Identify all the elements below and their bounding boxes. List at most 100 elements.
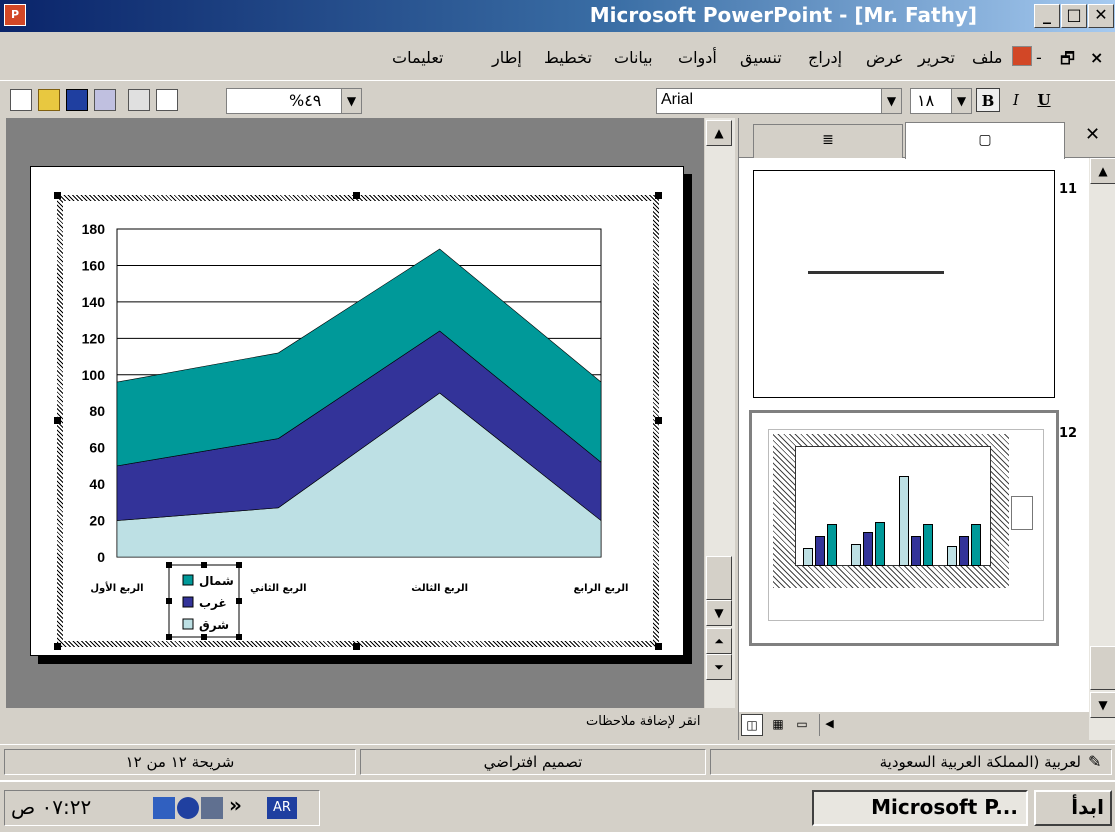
chevron-down-icon[interactable]: ▼ (881, 89, 901, 113)
menu-edit[interactable]: تحرير (918, 48, 955, 67)
slide-editor[interactable]: 0 20 40 60 80 100 120 140 160 180 الربع الأول الرب… (6, 118, 704, 708)
new-file-icon[interactable] (10, 89, 32, 111)
doc-restore-icon[interactable]: 🗗 (1060, 48, 1075, 75)
selection-handle[interactable] (54, 192, 61, 199)
menu-bar: × 🗗 - ملف تحرير عرض إدراج تنسيق أدوات بي… (0, 38, 1115, 78)
y-tick-label: 0 (97, 549, 105, 565)
legend-handle[interactable] (236, 598, 242, 604)
tray-icon[interactable] (201, 797, 223, 819)
spellcheck-icon[interactable]: ✎ (1088, 752, 1101, 771)
zoom-combo[interactable]: %٤٩ ▼ (226, 88, 362, 114)
slides-pane: ≣ ▢ ✕ 11 12 ▲ ▼ ◫ ▦ ▭ ◀ (738, 118, 1115, 740)
bold-button[interactable]: B (976, 88, 1000, 112)
notes-pane[interactable]: انقر لإضافة ملاحظات (0, 710, 735, 740)
language-indicator[interactable]: AR (267, 797, 297, 819)
doc-icon[interactable] (1012, 46, 1032, 66)
maximize-button[interactable]: □ (1061, 4, 1087, 28)
scroll-down-icon[interactable]: ▼ (706, 600, 732, 626)
legend-handle[interactable] (201, 562, 207, 568)
selection-handle[interactable] (54, 643, 61, 650)
scroll-thumb[interactable] (706, 556, 732, 600)
status-slide-count: شريحة ١٢ من ١٢ (4, 749, 356, 775)
menu-insert[interactable]: إدراج (808, 48, 842, 67)
system-tray: ٠٧:٢٢ ص » AR (4, 790, 320, 826)
pane-scrollbar[interactable]: ▲ ▼ (1089, 158, 1115, 740)
font-size-value: ١٨ (917, 91, 935, 110)
save-icon[interactable] (66, 89, 88, 111)
legend-handle[interactable] (236, 562, 242, 568)
menu-frame[interactable]: إطار (492, 48, 522, 67)
legend-handle[interactable] (166, 598, 172, 604)
normal-view-icon[interactable]: ◫ (741, 714, 763, 736)
sorter-view-icon[interactable]: ▦ (767, 714, 789, 736)
menu-help[interactable]: تعليمات (392, 48, 443, 67)
x-tick-label: الربع الأول (90, 581, 143, 594)
thumbnail-bar (863, 532, 873, 566)
selection-handle[interactable] (655, 417, 662, 424)
selection-handle[interactable] (353, 192, 360, 199)
y-tick-label: 120 (82, 330, 106, 346)
minimize-button[interactable]: _ (1034, 4, 1060, 28)
network-icon[interactable] (153, 797, 175, 819)
tray-expand-icon[interactable]: » (229, 793, 242, 817)
menu-view[interactable]: عرض (866, 48, 904, 67)
slide-canvas[interactable]: 0 20 40 60 80 100 120 140 160 180 الربع الأول الرب… (30, 166, 684, 656)
prev-slide-icon[interactable]: ⏶ (706, 628, 732, 654)
scroll-up-icon[interactable]: ▲ (1090, 158, 1115, 184)
doc-minimize-icon[interactable]: - (1036, 48, 1042, 67)
menu-file[interactable]: ملف (972, 48, 1002, 67)
antivirus-icon[interactable] (177, 797, 199, 819)
open-folder-icon[interactable] (38, 89, 60, 111)
next-slide-icon[interactable]: ⏷ (706, 654, 732, 680)
doc-close-icon[interactable]: × (1090, 48, 1103, 67)
scroll-thumb[interactable] (1090, 646, 1115, 690)
italic-button[interactable]: I (1004, 88, 1028, 112)
chart-area[interactable]: 0 20 40 60 80 100 120 140 160 180 الربع الأول الرب… (63, 201, 653, 641)
scroll-down-icon[interactable]: ▼ (1090, 692, 1115, 718)
editor-scrollbar[interactable]: ▲ ▼ ⏶ ⏷ (705, 118, 735, 708)
tab-outline[interactable]: ≣ (753, 124, 903, 158)
x-tick-label: الربع الثاني (250, 583, 306, 594)
y-tick-label: 160 (82, 257, 106, 273)
menu-tools[interactable]: أدوات (678, 48, 717, 67)
font-size-combo[interactable]: ١٨ ▼ (910, 88, 972, 114)
y-tick-label: 180 (82, 221, 106, 237)
close-button[interactable]: ✕ (1088, 4, 1114, 28)
chart-frame[interactable]: 0 20 40 60 80 100 120 140 160 180 الربع الأول الرب… (54, 192, 662, 650)
start-button[interactable]: ابدأ (1034, 790, 1112, 826)
menu-layout[interactable]: تخطيط (544, 48, 592, 67)
legend-swatch (182, 596, 194, 608)
print-icon[interactable] (128, 89, 150, 111)
selection-handle[interactable] (655, 192, 662, 199)
area-chart: 0 20 40 60 80 100 120 140 160 180 الربع الأول الرب… (82, 221, 628, 640)
underline-button[interactable]: U (1032, 88, 1056, 112)
powerpoint-app-icon[interactable]: P (4, 4, 26, 26)
scroll-left-icon[interactable]: ◀ (819, 714, 839, 736)
close-pane-icon[interactable]: ✕ (1085, 124, 1100, 145)
selection-handle[interactable] (655, 643, 662, 650)
legend-handle[interactable] (201, 634, 207, 640)
slide-thumbnail-11[interactable] (753, 170, 1055, 398)
slide-thumbnail-12[interactable] (749, 410, 1059, 646)
slideshow-icon[interactable]: ▭ (791, 714, 813, 736)
permission-icon[interactable] (94, 89, 116, 111)
font-combo[interactable]: Arial ▼ (656, 88, 902, 114)
legend-handle[interactable] (166, 562, 172, 568)
legend-handle[interactable] (166, 634, 172, 640)
menu-data[interactable]: بيانات (614, 48, 653, 67)
selection-handle[interactable] (353, 643, 360, 650)
selection-handle[interactable] (54, 417, 61, 424)
menu-format[interactable]: تنسيق (740, 48, 782, 67)
legend-handle[interactable] (236, 634, 242, 640)
thumbnail-bar (851, 544, 861, 566)
title-bar: P Microsoft PowerPoint - [Mr. Fathy] _ □… (0, 0, 1115, 32)
chevron-down-icon[interactable]: ▼ (341, 89, 361, 113)
thumbnail-number-12: 12 (1059, 426, 1078, 441)
tab-slides[interactable]: ▢ (905, 122, 1065, 159)
print-preview-icon[interactable] (156, 89, 178, 111)
scroll-up-icon[interactable]: ▲ (706, 120, 732, 146)
thumbnail-bar (959, 536, 969, 566)
taskbar-app-button[interactable]: Microsoft P... (812, 790, 1028, 826)
notes-placeholder[interactable]: انقر لإضافة ملاحظات (586, 714, 700, 729)
chevron-down-icon[interactable]: ▼ (951, 89, 971, 113)
